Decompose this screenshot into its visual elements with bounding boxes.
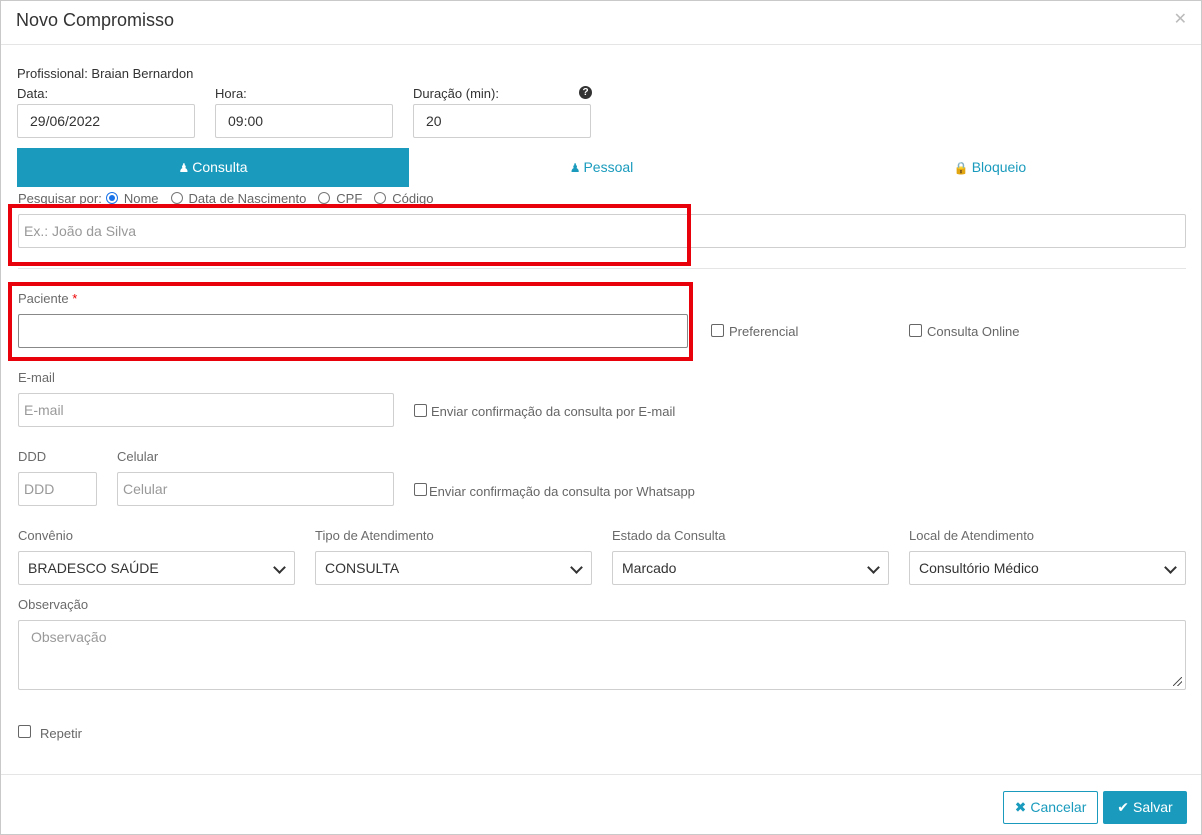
convenio-value: BRADESCO SAÚDE [28, 560, 159, 576]
tab-pessoal-label: Pessoal [583, 159, 634, 175]
close-icon: ✖ [1014, 799, 1027, 815]
duration-input[interactable] [413, 104, 591, 138]
professional-label: Profissional: Braian Bernardon [17, 66, 194, 81]
chevron-down-icon [867, 561, 880, 574]
attendance-type-label: Tipo de Atendimento [315, 528, 434, 543]
appointment-status-label: Estado da Consulta [612, 528, 726, 543]
location-select[interactable]: Consultório Médico [909, 551, 1186, 585]
observation-placeholder: Observação [31, 629, 107, 645]
radio-code[interactable] [374, 192, 387, 204]
radio-cpf[interactable] [318, 192, 331, 204]
tab-consulta-label: Consulta [192, 159, 248, 175]
highlight-box-patient [8, 282, 693, 361]
location-value: Consultório Médico [919, 560, 1039, 576]
check-icon: ✔ [1117, 799, 1130, 815]
preferencial-label: Preferencial [729, 324, 799, 339]
online-label: Consulta Online [927, 324, 1020, 339]
dialog-footer: ✖ Cancelar ✔ Salvar [1, 774, 1201, 834]
appointment-status-select[interactable]: Marcado [612, 551, 889, 585]
appointment-status-value: Marcado [622, 560, 677, 576]
email-confirm-checkbox[interactable] [414, 404, 427, 417]
location-label: Local de Atendimento [909, 528, 1035, 543]
cancel-button-label: Cancelar [1030, 799, 1087, 815]
chevron-down-icon [1164, 561, 1177, 574]
chevron-down-icon [273, 561, 286, 574]
user-md-icon: ♟ [178, 161, 190, 175]
cancel-button[interactable]: ✖ Cancelar [1003, 791, 1098, 824]
date-input[interactable] [17, 104, 195, 138]
chevron-down-icon [570, 561, 583, 574]
whatsapp-confirm-checkbox[interactable] [414, 483, 427, 496]
save-button[interactable]: ✔ Salvar [1103, 791, 1187, 824]
time-input[interactable] [215, 104, 393, 138]
online-checkbox[interactable] [909, 324, 922, 337]
cell-input[interactable] [117, 472, 394, 506]
new-appointment-dialog: Novo Compromisso ✕ Profissional: Braian … [0, 0, 1202, 835]
user-icon: ♟ [569, 161, 581, 175]
duration-label: Duração (min): [413, 86, 499, 101]
preferencial-checkbox[interactable] [711, 324, 724, 337]
repeat-label: Repetir [40, 726, 82, 741]
convenio-select[interactable]: BRADESCO SAÚDE [18, 551, 295, 585]
observation-label: Observação [18, 597, 89, 612]
tab-bloqueio[interactable]: 🔒 Bloqueio [794, 148, 1186, 187]
tab-consulta[interactable]: ♟ Consulta [17, 148, 409, 187]
tab-bloqueio-label: Bloqueio [971, 159, 1027, 175]
time-label: Hora: [215, 86, 247, 101]
repeat-checkbox[interactable] [18, 725, 31, 738]
highlight-box-search [8, 204, 691, 266]
convenio-label: Convênio [18, 528, 73, 543]
dialog-header: Novo Compromisso ✕ [1, 1, 1201, 45]
tab-pessoal[interactable]: ♟ Pessoal [409, 148, 794, 187]
dialog-title: Novo Compromisso [16, 10, 175, 30]
observation-textarea[interactable]: Observação [18, 620, 1186, 690]
resize-grip-icon[interactable] [1173, 677, 1182, 686]
email-label: E-mail [18, 370, 55, 385]
email-confirm-label: Enviar confirmação da consulta por E-mai… [431, 404, 676, 419]
ddd-label: DDD [18, 449, 47, 464]
whatsapp-confirm-label: Enviar confirmação da consulta por Whats… [429, 484, 695, 499]
question-circle-icon[interactable]: ? [579, 86, 592, 99]
lock-icon: 🔒 [953, 161, 969, 175]
email-input[interactable] [18, 393, 394, 427]
divider [18, 268, 1186, 269]
date-label: Data: [17, 86, 49, 101]
attendance-type-select[interactable]: CONSULTA [315, 551, 592, 585]
close-icon[interactable]: ✕ [1174, 9, 1187, 29]
save-button-label: Salvar [1133, 799, 1173, 815]
radio-nome[interactable] [105, 192, 118, 204]
ddd-input[interactable] [18, 472, 97, 506]
cell-label: Celular [117, 449, 159, 464]
attendance-type-value: CONSULTA [325, 560, 400, 576]
radio-birthdate[interactable] [170, 192, 183, 204]
